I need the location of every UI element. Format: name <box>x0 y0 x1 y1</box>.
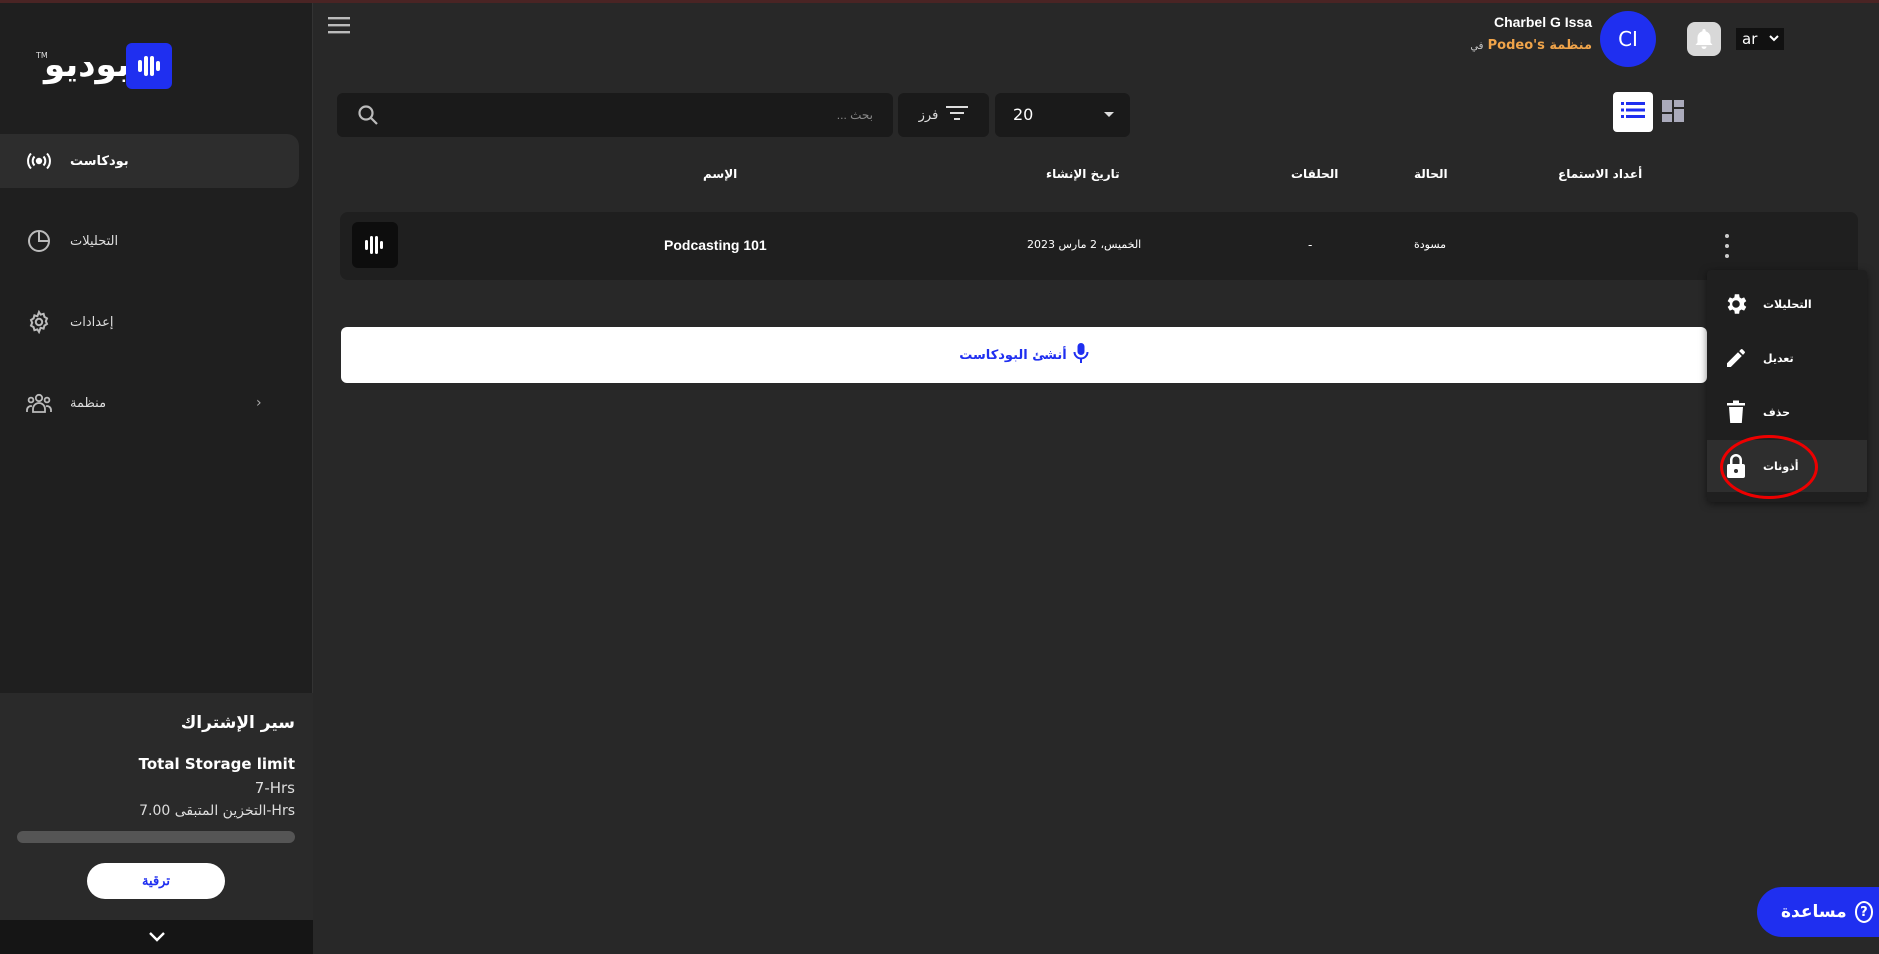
create-podcast-label: أنشئ البودكاست <box>959 347 1067 363</box>
grid-view-icon <box>1661 99 1685 127</box>
sidebar-collapse-toggle[interactable] <box>0 920 313 954</box>
menu-toggle-icon[interactable] <box>328 16 350 34</box>
storage-hours: 7-Hrs <box>254 779 295 797</box>
podcast-cover-image <box>352 222 398 268</box>
menu-item-analytics[interactable]: التحليلات <box>1707 278 1867 330</box>
chevron-down-icon <box>1768 30 1780 49</box>
podcast-created-date: الخميس، 2 مارس 2023 <box>1027 238 1142 251</box>
filter-icon <box>946 105 969 125</box>
column-header-status[interactable]: الحالة <box>1414 167 1448 181</box>
language-select[interactable]: ar <box>1736 28 1784 50</box>
column-header-episodes[interactable]: الحلقات <box>1291 167 1338 181</box>
sort-button[interactable]: فرز <box>898 93 989 137</box>
search-box[interactable] <box>337 93 893 137</box>
subscription-title: سير الإشتراك <box>180 713 295 733</box>
organization-prefix: في <box>1470 41 1484 52</box>
chevron-right-icon: › <box>256 395 262 411</box>
podcast-status: مسودة <box>1414 238 1447 251</box>
sort-label: فرز <box>918 107 939 123</box>
notifications-bell-icon[interactable] <box>1687 22 1721 56</box>
menu-item-label: تعديل <box>1763 351 1794 365</box>
pie-chart-icon <box>26 228 52 254</box>
column-header-listens[interactable]: أعداد الاستماع <box>1558 167 1642 181</box>
sidebar-item-label: التحليلات <box>70 233 119 249</box>
app-root: TM بوديو بودكاست التحليلات إعدادات منظمة… <box>0 0 1879 954</box>
logo-text: بوديو <box>44 45 130 85</box>
search-icon <box>357 104 379 130</box>
broadcast-icon <box>26 148 52 174</box>
table-row[interactable]: Podcasting 101 الخميس، 2 مارس 2023 - مسو… <box>340 212 1858 280</box>
sidebar-item-settings[interactable]: إعدادات <box>0 295 299 349</box>
help-button[interactable]: ? مساعدة <box>1757 887 1879 937</box>
column-header-name[interactable]: الإسم <box>703 167 737 181</box>
organization-link[interactable]: منظمة Podeo's <box>1488 38 1592 53</box>
podcast-episodes: - <box>1308 238 1313 252</box>
storage-limit-label: Total Storage limit <box>138 755 295 773</box>
gear-icon <box>1723 291 1749 317</box>
gear-icon <box>26 309 52 335</box>
menu-item-delete[interactable]: حذف <box>1707 386 1867 438</box>
annotation-circle <box>1720 435 1818 499</box>
brand-logo[interactable]: TM بوديو <box>36 43 176 91</box>
chevron-down-icon <box>148 928 166 947</box>
sidebar-item-label: منظمة <box>70 395 107 411</box>
grid-view-button[interactable] <box>1658 98 1688 128</box>
storage-progress-bar <box>17 831 295 843</box>
language-value: ar <box>1742 30 1758 48</box>
create-podcast-button[interactable]: أنشئ البودكاست <box>341 327 1707 383</box>
list-view-icon <box>1621 101 1645 123</box>
page-size-value: 20 <box>1013 105 1034 124</box>
sidebar-item-label: بودكاست <box>70 153 129 169</box>
sidebar-item-label: إعدادات <box>70 314 114 330</box>
people-icon <box>26 390 52 416</box>
podcast-name[interactable]: Podcasting 101 <box>664 237 767 253</box>
sidebar-item-analytics[interactable]: التحليلات <box>0 214 299 268</box>
page-size-select[interactable]: 20 <box>995 93 1130 137</box>
subscription-panel: سير الإشتراك Total Storage limit 7-Hrs ا… <box>0 693 313 920</box>
menu-item-edit[interactable]: تعديل <box>1707 332 1867 384</box>
user-name: Charbel G Issa <box>1493 14 1592 30</box>
microphone-icon <box>1073 342 1089 368</box>
list-view-button[interactable] <box>1613 92 1653 132</box>
pencil-icon <box>1723 345 1749 371</box>
sidebar-item-organization[interactable]: منظمة › <box>0 376 299 430</box>
column-header-created[interactable]: تاريخ الإنشاء <box>1046 167 1120 181</box>
help-label: مساعدة <box>1781 902 1847 922</box>
user-organization: منظمة Podeo's في <box>1470 38 1592 53</box>
question-icon: ? <box>1854 901 1873 923</box>
user-info[interactable]: Charbel G Issa منظمة Podeo's في <box>1470 14 1592 53</box>
sidebar: TM بوديو بودكاست التحليلات إعدادات منظمة… <box>0 3 313 954</box>
trash-icon <box>1723 399 1749 425</box>
menu-item-label: حذف <box>1763 405 1791 419</box>
storage-remaining: التخزين المتبقى 7.00-Hrs <box>139 803 295 819</box>
caret-down-icon <box>1104 112 1114 117</box>
upgrade-button[interactable]: ترقية <box>87 863 225 899</box>
logo-mark-icon <box>126 43 172 89</box>
menu-item-label: التحليلات <box>1763 297 1812 311</box>
avatar[interactable]: CI <box>1600 11 1656 67</box>
sidebar-item-podcasts[interactable]: بودكاست <box>0 134 299 188</box>
search-input[interactable] <box>393 103 873 127</box>
more-options-icon[interactable] <box>1722 234 1732 258</box>
